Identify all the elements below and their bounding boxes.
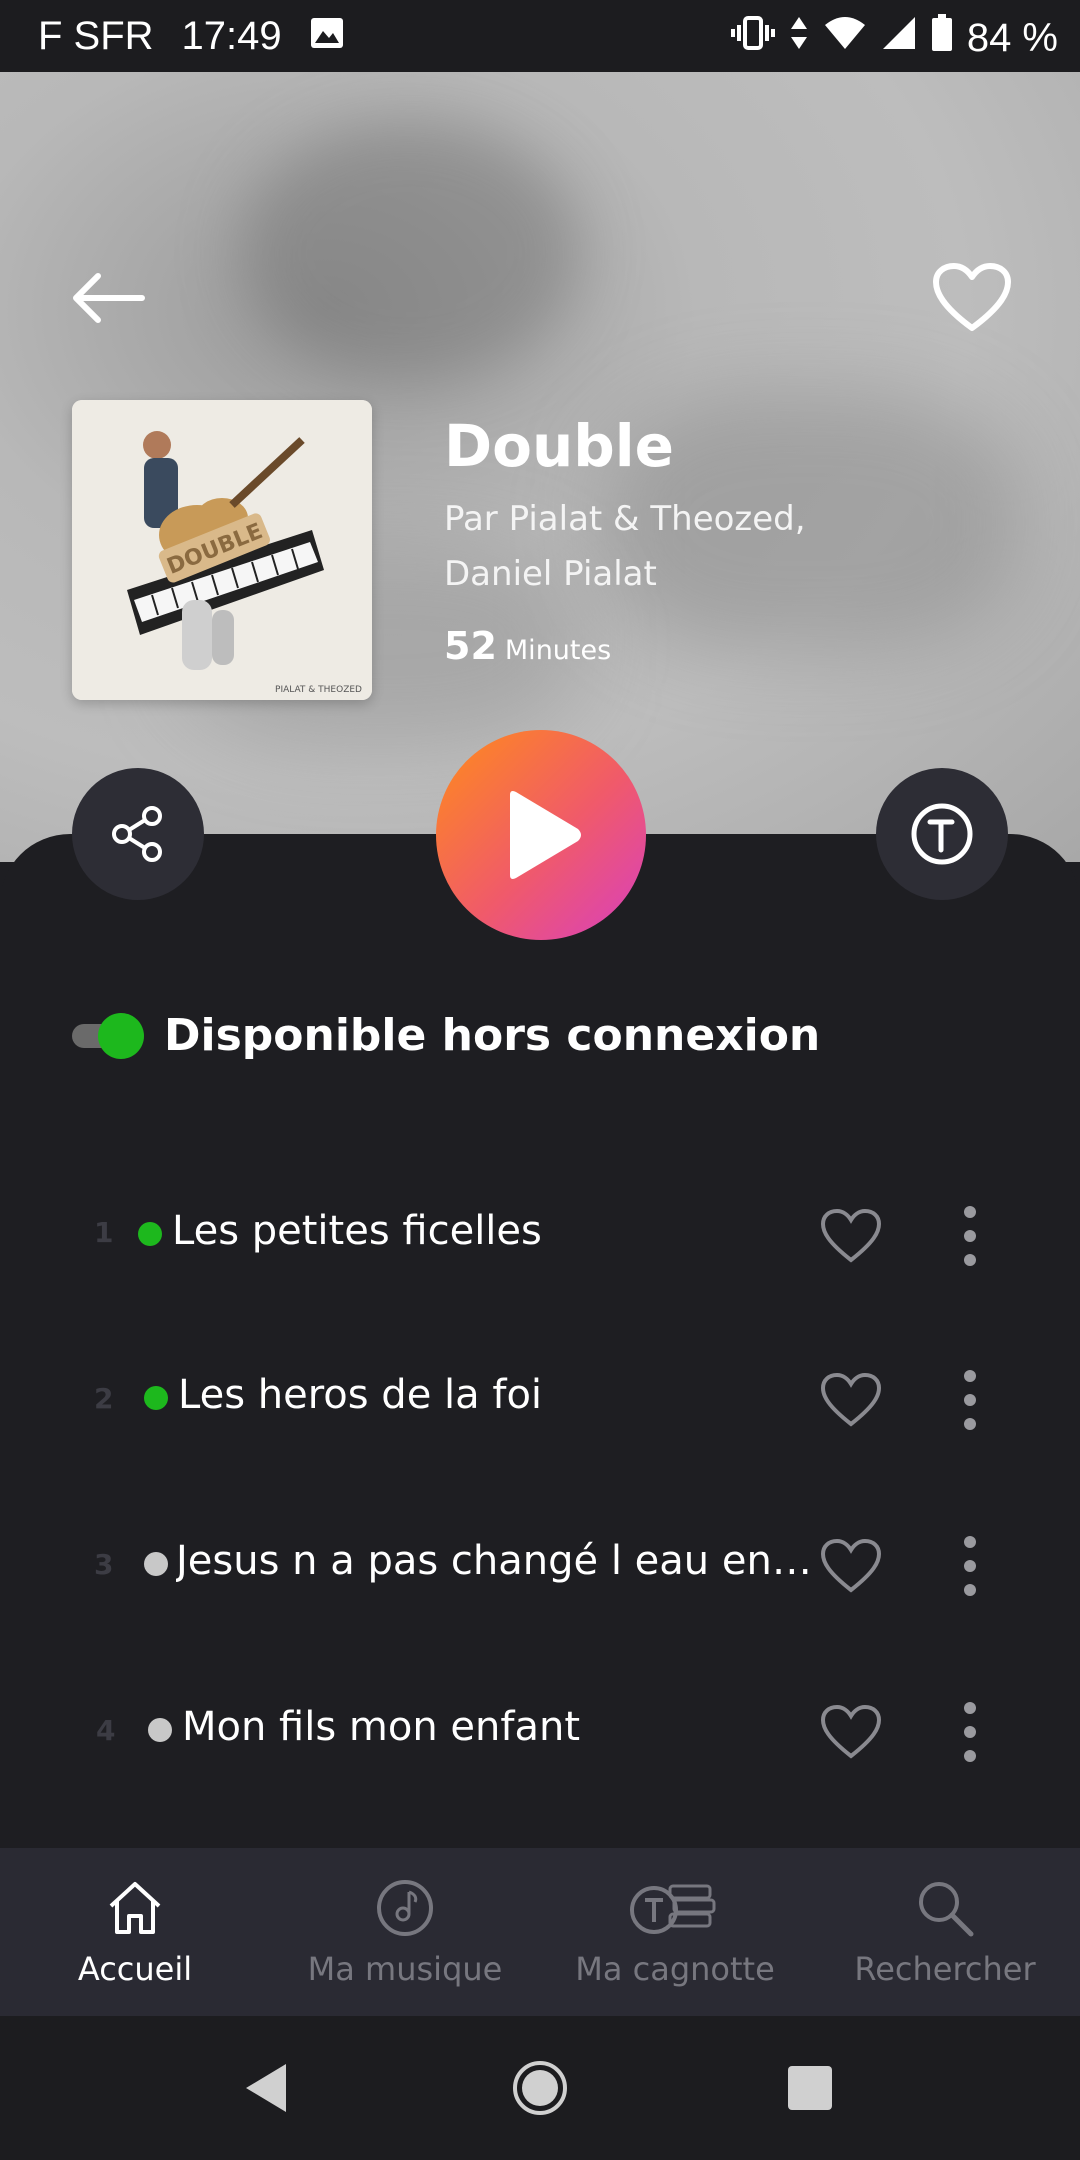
- play-icon: [510, 791, 581, 879]
- share-button[interactable]: [72, 768, 204, 900]
- track-row[interactable]: 2 Les heros de la foi: [0, 1350, 1080, 1450]
- battery-level: 84 %: [966, 15, 1058, 60]
- track-more-button[interactable]: [950, 1370, 990, 1430]
- system-back-icon[interactable]: [242, 2062, 290, 2114]
- nav-ma-musique[interactable]: Ma musique: [270, 1848, 540, 2016]
- system-home-icon[interactable]: [512, 2060, 568, 2116]
- offline-toggle[interactable]: [72, 1012, 144, 1059]
- track-number: 3: [94, 1548, 114, 1581]
- nav-rechercher[interactable]: Rechercher: [810, 1848, 1080, 2016]
- track-row[interactable]: 4 Mon fils mon enfant: [0, 1680, 1080, 1780]
- coins-icon: [630, 1884, 716, 1934]
- play-button[interactable]: [436, 730, 646, 940]
- home-icon: [109, 1882, 161, 1934]
- coin-t-icon: [911, 803, 973, 865]
- share-icon: [112, 806, 162, 862]
- track-title[interactable]: Les heros de la foi: [178, 1372, 808, 1418]
- nav-ma-cagnotte[interactable]: Ma cagnotte: [540, 1848, 810, 2016]
- track-number: 4: [96, 1714, 116, 1747]
- wifi-icon: [823, 15, 867, 61]
- nav-accueil[interactable]: Accueil: [0, 1848, 270, 2016]
- heart-outline-icon: [820, 1704, 882, 1759]
- heart-outline-icon: [820, 1372, 882, 1427]
- offline-label: Disponible hors connexion: [164, 1010, 821, 1061]
- nav-label: Ma musique: [307, 1950, 503, 1988]
- data-transfer-icon: [789, 15, 809, 61]
- track-more-button[interactable]: [950, 1206, 990, 1266]
- heart-icon: [933, 263, 1011, 331]
- battery-icon: [931, 14, 953, 62]
- heart-outline-icon: [820, 1208, 882, 1263]
- search-icon: [919, 1882, 974, 1937]
- vibrate-icon: [730, 15, 775, 61]
- nav-label: Accueil: [77, 1950, 193, 1988]
- nav-label: Ma cagnotte: [575, 1950, 775, 1988]
- track-row[interactable]: 3 Jesus n a pas changé l eau en v...: [0, 1514, 1080, 1614]
- track-title[interactable]: Jesus n a pas changé l eau en v...: [176, 1538, 816, 1584]
- track-favorite-button[interactable]: [820, 1538, 882, 1594]
- downloaded-indicator: [138, 1222, 162, 1246]
- not-downloaded-indicator: [148, 1718, 172, 1742]
- track-favorite-button[interactable]: [820, 1704, 882, 1760]
- bottom-navigation: Accueil Ma musique Ma cagnotte Recherche…: [0, 1848, 1080, 2016]
- arrow-left-icon: [73, 273, 145, 323]
- track-favorite-button[interactable]: [820, 1208, 882, 1264]
- track-number: 2: [94, 1382, 114, 1415]
- track-title[interactable]: Mon fils mon enfant: [182, 1704, 812, 1750]
- duration-value: 52: [444, 624, 497, 668]
- carrier-name: F SFR: [38, 14, 154, 58]
- track-more-button[interactable]: [950, 1702, 990, 1762]
- not-downloaded-indicator: [144, 1552, 168, 1576]
- status-bar: F SFR 17:49 84 %: [0, 0, 1080, 72]
- duration-unit: Minutes: [504, 635, 612, 666]
- offline-row: Disponible hors connexion: [72, 1010, 820, 1061]
- track-favorite-button[interactable]: [820, 1372, 882, 1428]
- cell-signal-icon: [881, 15, 917, 61]
- system-recents-icon[interactable]: [786, 2064, 834, 2112]
- back-button[interactable]: [68, 268, 148, 328]
- track-title[interactable]: Les petites ficelles: [172, 1208, 812, 1254]
- album-artist[interactable]: Par Pialat & Theozed, Daniel Pialat: [444, 492, 864, 602]
- favorite-album-button[interactable]: [932, 262, 1012, 334]
- album-cover: DOUBLE PIALAT & THEOZED: [72, 400, 372, 700]
- cover-caption-text: PIALAT & THEOZED: [275, 685, 362, 695]
- music-disc-icon: [377, 1880, 433, 1936]
- downloaded-indicator: [144, 1386, 168, 1410]
- tip-coin-button[interactable]: [876, 768, 1008, 900]
- track-number: 1: [94, 1216, 114, 1249]
- system-navigation-bar: [0, 2016, 1080, 2160]
- album-title: Double: [444, 412, 675, 480]
- nav-label: Rechercher: [854, 1950, 1036, 1988]
- image-notification-icon: [310, 14, 344, 59]
- heart-outline-icon: [820, 1538, 882, 1593]
- track-row[interactable]: 1 Les petites ficelles: [0, 1184, 1080, 1284]
- track-more-button[interactable]: [950, 1536, 990, 1596]
- clock: 17:49: [181, 14, 282, 58]
- album-duration: 52 Minutes: [444, 624, 611, 668]
